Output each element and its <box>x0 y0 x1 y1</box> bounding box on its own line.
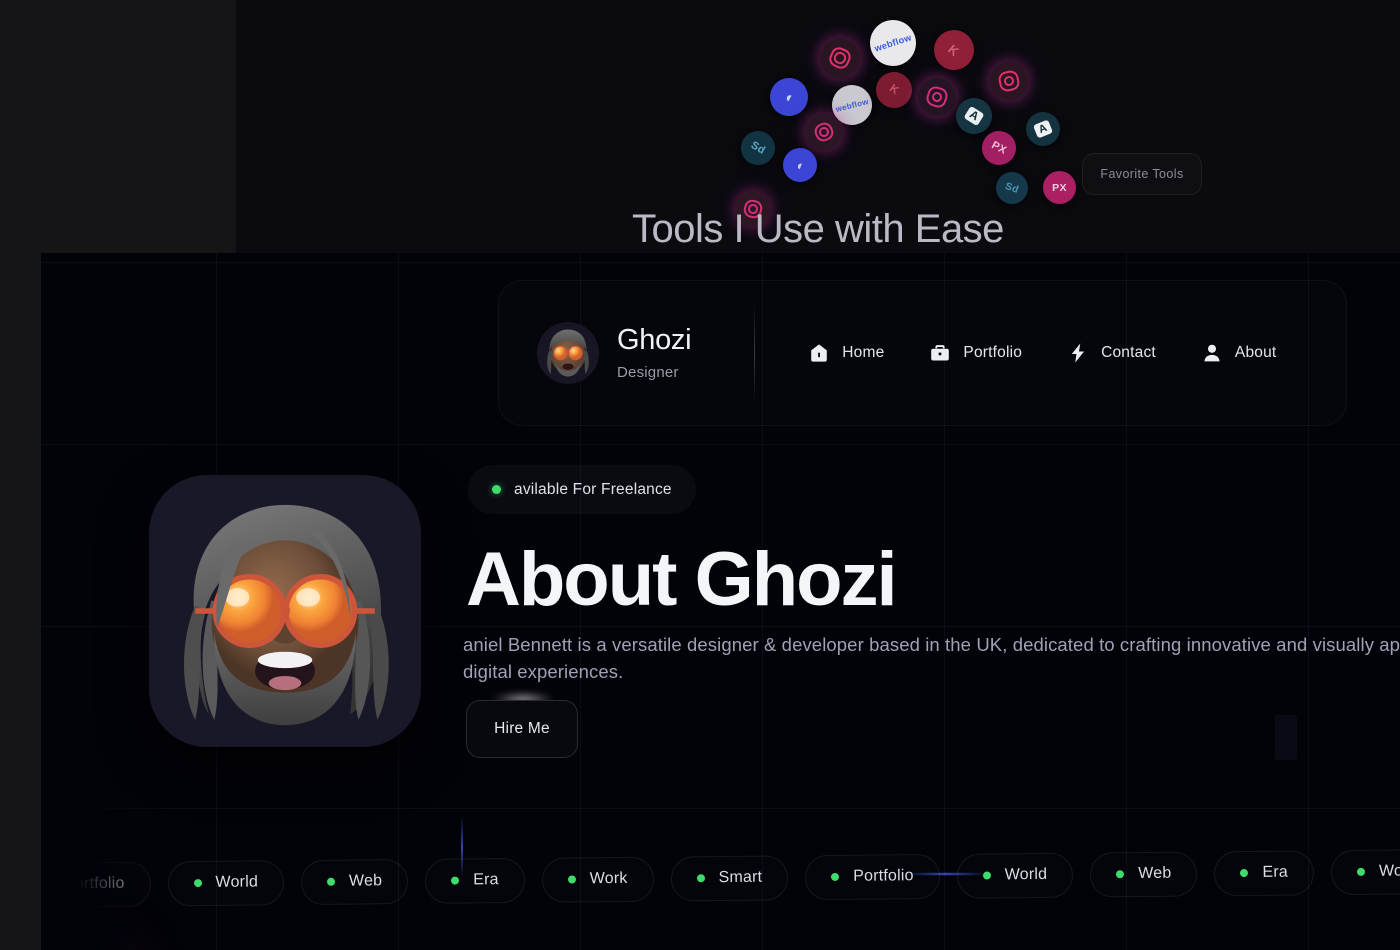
tag-dot-icon <box>696 874 705 883</box>
brand-name: Ghozi <box>617 323 692 356</box>
webflow: webflow <box>864 14 922 72</box>
tag-item[interactable]: Era <box>425 857 525 904</box>
tag-item[interactable]: Work <box>541 856 654 903</box>
hire-me-button[interactable]: Hire Me <box>466 700 578 758</box>
tag-dot-icon <box>1240 868 1249 878</box>
figma-k-glyph: K <box>886 82 902 98</box>
tag-dot-icon <box>193 879 202 888</box>
tag-dot-icon <box>326 877 336 886</box>
pixelmator-px-glyph: PX <box>1052 181 1067 194</box>
screenshot-root: webflow K ◖ webflow K A A PX Sd ◖ Sd PX Favorite To… <box>0 0 1400 950</box>
tag-item[interactable]: World <box>167 859 285 906</box>
tag-item[interactable]: Web <box>1090 850 1198 898</box>
navbar-avatar <box>537 322 599 384</box>
discord-glyph: ◖ <box>780 87 798 107</box>
tag-label: Web <box>348 872 383 890</box>
hero-avatar-card <box>149 475 421 747</box>
status-dot-icon <box>492 485 501 494</box>
memoji-icon <box>547 329 589 377</box>
nav-item-contact[interactable]: Contact <box>1067 342 1156 364</box>
discord-icon: ◖ <box>777 142 823 188</box>
briefcase-icon <box>931 345 950 361</box>
tag-label: Era <box>473 871 499 889</box>
tag-item[interactable]: World <box>956 852 1074 899</box>
nav-links: Home Portfolio Contact About <box>808 342 1276 364</box>
tag-label: Web <box>1138 864 1172 883</box>
hero-panel: Ghozi Designer Home Portfolio Contact Ab… <box>41 253 1400 950</box>
sd-badge-glyph: Sd <box>748 139 768 157</box>
bolt-icon <box>1071 343 1085 363</box>
webflow-glyph: webflow <box>873 32 913 54</box>
tag-label: Work <box>1378 862 1400 880</box>
tag-dot-icon <box>1356 867 1365 876</box>
memoji-large-icon <box>183 504 389 726</box>
discord-glyph: ◖ <box>793 156 807 174</box>
tools-section-title: Tools I Use with Ease <box>632 207 1004 251</box>
tag-label: Portfolio <box>853 867 914 885</box>
brand[interactable]: Ghozi Designer <box>537 322 692 384</box>
tag-label: World <box>215 873 259 891</box>
nav-label-contact: Contact <box>1101 344 1156 361</box>
favorite-tools-label: Favorite Tools <box>1100 167 1184 181</box>
status-badge: avilable For Freelance <box>468 465 696 514</box>
instagram-glyph <box>826 44 854 72</box>
tag-label: Portfolio <box>63 874 125 893</box>
nav-label-home: Home <box>842 344 885 361</box>
figma-k: K <box>868 64 920 116</box>
nav-label-portfolio: Portfolio <box>963 344 1023 361</box>
tags-strip: Portfolio World Web Era Work Smart Portfolio Wo… <box>41 811 1400 945</box>
navbar-divider <box>754 307 756 399</box>
nav-item-portfolio[interactable]: Portfolio <box>929 342 1022 364</box>
tag-item[interactable]: Portfolio <box>41 861 151 908</box>
tag-label: Work <box>589 869 628 888</box>
home-icon <box>811 344 828 362</box>
tag-item[interactable]: Portfolio <box>805 853 940 900</box>
navbar: Ghozi Designer Home Portfolio Contact Ab… <box>498 280 1347 426</box>
instagram-glyph <box>997 69 1021 93</box>
sd-badge: Sd <box>734 124 782 172</box>
status-label: avilable For Freelance <box>514 480 672 498</box>
figma-k: K <box>925 21 983 79</box>
brand-text: Ghozi Designer <box>617 323 692 382</box>
favorite-tools-pill: Favorite Tools <box>1082 153 1202 195</box>
sd-badge: Sd <box>991 167 1033 209</box>
instagram-glyph <box>924 84 950 110</box>
tag-item[interactable]: Era <box>1214 849 1315 896</box>
nav-item-home[interactable]: Home <box>808 342 884 364</box>
page-title: About Ghozi <box>466 537 898 622</box>
tag-dot-icon <box>451 876 460 885</box>
tag-label: Smart <box>718 868 763 887</box>
instagram-glyph <box>811 119 837 145</box>
figma-k-glyph: K <box>945 41 963 59</box>
tools-panel: webflow K ◖ webflow K A A PX Sd ◖ Sd PX Favorite To… <box>236 0 1400 253</box>
hire-me-label: Hire Me <box>494 720 550 737</box>
tag-dot-icon <box>982 871 991 880</box>
tag-item[interactable]: Smart <box>670 854 789 902</box>
affinity-a-glyph: A <box>1032 119 1054 139</box>
tag-label: World <box>1004 865 1048 884</box>
instagram-icon <box>813 31 867 85</box>
grid-cell-highlight <box>1275 715 1297 760</box>
webflow-glyph: webflow <box>834 96 870 114</box>
instagram-icon <box>913 73 961 121</box>
instagram-icon <box>986 58 1032 104</box>
tag-label: Era <box>1262 863 1289 881</box>
tag-dot-icon <box>1116 870 1125 879</box>
nav-label-about: About <box>1234 344 1277 361</box>
tag-item[interactable]: Web <box>300 858 409 905</box>
tag-dot-icon <box>831 872 840 881</box>
affinity-a-glyph: A <box>963 105 985 127</box>
person-icon <box>1204 344 1220 362</box>
sd-badge-glyph: Sd <box>1003 180 1021 196</box>
brand-role: Designer <box>617 364 679 382</box>
tag-dot-icon <box>41 880 51 889</box>
tag-item[interactable]: Work <box>1330 848 1400 895</box>
pixelmator-px: PX <box>1043 171 1076 204</box>
affinity-a: A <box>1020 106 1066 152</box>
pixelmator-px-glyph: PX <box>989 139 1009 157</box>
tag-dot-icon <box>567 875 576 884</box>
hero-description: aniel Bennett is a versatile designer & … <box>463 634 1400 682</box>
discord-icon: ◖ <box>763 71 815 123</box>
nav-item-about[interactable]: About <box>1201 342 1277 364</box>
